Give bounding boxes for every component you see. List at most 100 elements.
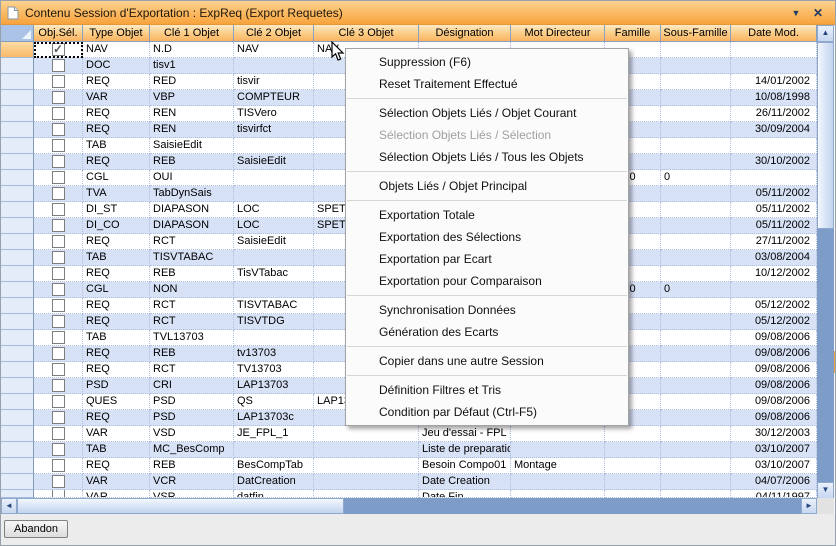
cell-cle2[interactable]	[234, 58, 314, 74]
cell-obj-sel[interactable]: ✓	[34, 42, 83, 58]
cell-date-mod[interactable]: 09/08/2006	[731, 410, 817, 426]
menu-item-condition-par-defaut-ctrl-f5[interactable]: Condition par Défaut (Ctrl-F5)	[346, 401, 628, 423]
cell-date-mod[interactable]: 05/11/2002	[731, 186, 817, 202]
checkbox[interactable]	[52, 379, 65, 392]
cell-obj-sel[interactable]	[34, 458, 83, 474]
cell-type[interactable]: TVA	[83, 186, 150, 202]
cell-sous-famille[interactable]	[661, 154, 731, 170]
cell-famille[interactable]	[605, 442, 661, 458]
cell-type[interactable]: DI_ST	[83, 202, 150, 218]
checkbox[interactable]	[52, 235, 65, 248]
scroll-right-icon[interactable]: ►	[801, 498, 817, 514]
cell-cle1[interactable]: SaisieEdit	[150, 138, 234, 154]
cell-designation[interactable]: Date Fin	[419, 490, 511, 498]
cell-cle2[interactable]: COMPTEUR	[234, 90, 314, 106]
checkbox[interactable]	[52, 459, 65, 472]
cell-type[interactable]: TAB	[83, 442, 150, 458]
cell-sous-famille[interactable]	[661, 346, 731, 362]
cell-cle1[interactable]: REB	[150, 458, 234, 474]
checkbox[interactable]	[52, 283, 65, 296]
checkbox[interactable]	[52, 75, 65, 88]
cell-cle1[interactable]: REN	[150, 122, 234, 138]
checkbox[interactable]	[52, 299, 65, 312]
cell-cle1[interactable]: N.D	[150, 42, 234, 58]
menu-item-generation-des-ecarts[interactable]: Génération des Ecarts	[346, 321, 628, 343]
cell-cle1[interactable]: REB	[150, 346, 234, 362]
checkbox[interactable]	[52, 123, 65, 136]
row-header[interactable]	[1, 458, 34, 474]
column-header-8[interactable]: Famille	[605, 25, 661, 42]
cell-cle2[interactable]: SaisieEdit	[234, 234, 314, 250]
cell-type[interactable]: REQ	[83, 74, 150, 90]
cell-date-mod[interactable]	[731, 42, 817, 58]
row-header[interactable]	[1, 490, 34, 498]
cell-type[interactable]: REQ	[83, 298, 150, 314]
column-header-9[interactable]: Sous-Famille	[661, 25, 731, 42]
checkbox[interactable]	[52, 171, 65, 184]
cell-obj-sel[interactable]	[34, 74, 83, 90]
menu-item-reset-traitement-effectue[interactable]: Reset Traitement Effectué	[346, 73, 628, 95]
cell-cle1[interactable]: RED	[150, 74, 234, 90]
cell-obj-sel[interactable]	[34, 202, 83, 218]
cell-obj-sel[interactable]	[34, 186, 83, 202]
checkbox[interactable]	[52, 427, 65, 440]
cell-type[interactable]: TAB	[83, 330, 150, 346]
dropdown-icon[interactable]: ▼	[785, 8, 807, 18]
cell-date-mod[interactable]	[731, 138, 817, 154]
cell-obj-sel[interactable]	[34, 266, 83, 282]
close-icon[interactable]: ✕	[807, 6, 829, 20]
cell-date-mod[interactable]: 09/08/2006	[731, 378, 817, 394]
cell-cle1[interactable]: RCT	[150, 314, 234, 330]
cell-type[interactable]: REQ	[83, 410, 150, 426]
row-header[interactable]	[1, 218, 34, 234]
checkbox[interactable]	[52, 219, 65, 232]
cell-date-mod[interactable]: 30/10/2002	[731, 154, 817, 170]
cell-obj-sel[interactable]	[34, 362, 83, 378]
cell-date-mod[interactable]: 05/11/2002	[731, 202, 817, 218]
cell-sous-famille[interactable]	[661, 234, 731, 250]
checkbox[interactable]	[52, 187, 65, 200]
cell-sous-famille[interactable]	[661, 458, 731, 474]
cell-cle2[interactable]: SaisieEdit	[234, 154, 314, 170]
row-header[interactable]	[1, 186, 34, 202]
cell-cle2[interactable]	[234, 138, 314, 154]
cell-cle2[interactable]: LAP13703c	[234, 410, 314, 426]
cell-cle1[interactable]: MC_BesComp	[150, 442, 234, 458]
row-header[interactable]	[1, 154, 34, 170]
checkbox[interactable]	[52, 395, 65, 408]
cell-type[interactable]: VAR	[83, 426, 150, 442]
cell-designation[interactable]: Date Creation	[419, 474, 511, 490]
menu-item-exportation-des-selections[interactable]: Exportation des Sélections	[346, 226, 628, 248]
cell-sous-famille[interactable]	[661, 298, 731, 314]
cell-date-mod[interactable]: 30/09/2004	[731, 122, 817, 138]
cell-sous-famille[interactable]	[661, 74, 731, 90]
cell-cle3[interactable]	[314, 458, 419, 474]
cell-type[interactable]: QUES	[83, 394, 150, 410]
cell-sous-famille[interactable]	[661, 122, 731, 138]
cell-obj-sel[interactable]	[34, 346, 83, 362]
cell-cle2[interactable]: TisVTabac	[234, 266, 314, 282]
cell-cle2[interactable]: LOC	[234, 218, 314, 234]
cell-cle1[interactable]: DIAPASON	[150, 202, 234, 218]
scroll-up-icon[interactable]: ▲	[817, 25, 834, 42]
cell-cle2[interactable]	[234, 170, 314, 186]
cell-date-mod[interactable]: 04/07/2006	[731, 474, 817, 490]
cell-type[interactable]: REQ	[83, 314, 150, 330]
cell-cle2[interactable]: TISVero	[234, 106, 314, 122]
cell-famille[interactable]	[605, 426, 661, 442]
cell-sous-famille[interactable]	[661, 42, 731, 58]
checkbox[interactable]	[52, 475, 65, 488]
scroll-down-icon[interactable]: ▼	[817, 482, 834, 499]
checkbox[interactable]	[52, 155, 65, 168]
cell-date-mod[interactable]: 30/12/2003	[731, 426, 817, 442]
cell-mot-directeur[interactable]	[511, 490, 605, 498]
cell-cle2[interactable]: DatCreation	[234, 474, 314, 490]
cell-obj-sel[interactable]	[34, 58, 83, 74]
cell-obj-sel[interactable]	[34, 426, 83, 442]
cell-date-mod[interactable]: 09/08/2006	[731, 362, 817, 378]
cell-obj-sel[interactable]	[34, 106, 83, 122]
cell-type[interactable]: REQ	[83, 234, 150, 250]
checkbox[interactable]	[52, 363, 65, 376]
cell-type[interactable]: VAR	[83, 474, 150, 490]
vertical-scrollbar[interactable]: ▲ ▼	[817, 25, 834, 498]
